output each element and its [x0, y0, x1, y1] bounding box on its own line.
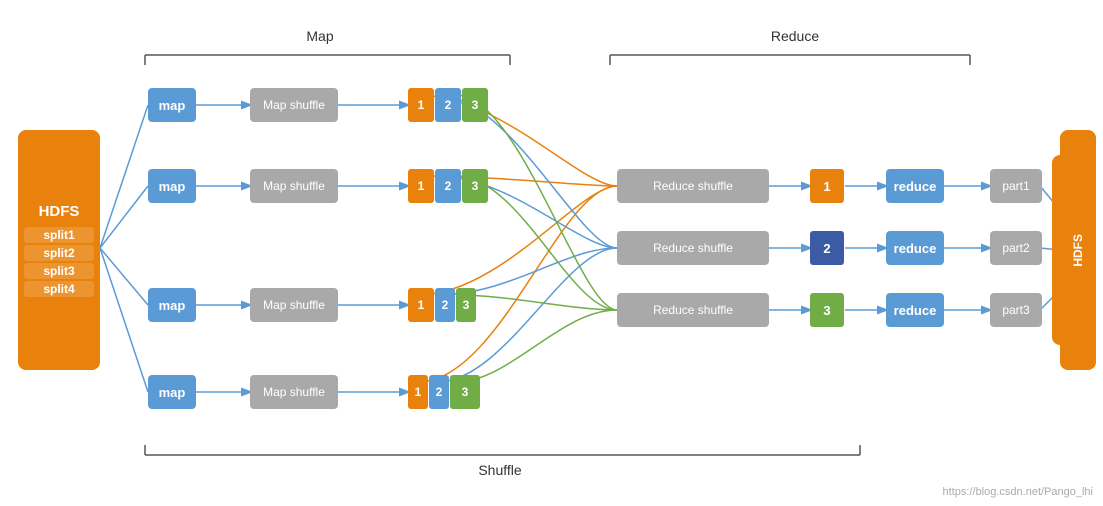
output-part-0: part1 [990, 169, 1042, 203]
part-cell-3-2: 3 [450, 375, 480, 409]
watermark: https://blog.csdn.net/Pango_lhi [943, 486, 1093, 498]
map-box-1: map [148, 169, 196, 203]
partition-group-2: 1 2 3 [408, 288, 476, 322]
hdfs-left: HDFS split1 split2 split3 split4 [18, 130, 100, 370]
output-part-1: part2 [990, 231, 1042, 265]
mapshuffle-box-2: Map shuffle [250, 288, 338, 322]
mapshuffle-box-0: Map shuffle [250, 88, 338, 122]
output-part-2: part3 [990, 293, 1042, 327]
reduce-box-1: reduce [886, 231, 944, 265]
reduce-shuffle-box-0: Reduce shuffle [617, 169, 769, 203]
part-cell-3-1: 2 [429, 375, 449, 409]
partition-group-3: 1 2 3 [408, 375, 480, 409]
hdfs-left-title: HDFS [39, 203, 80, 220]
hdfs-left-split1: split1 [24, 227, 94, 243]
reduce-shuffle-box-2: Reduce shuffle [617, 293, 769, 327]
reduce-box-2: reduce [886, 293, 944, 327]
map-label: Map [290, 28, 350, 44]
mapshuffle-box-1: Map shuffle [250, 169, 338, 203]
reduce-box-0: reduce [886, 169, 944, 203]
reduce-shuffle-box-1: Reduce shuffle [617, 231, 769, 265]
hdfs-right-label: HDFS [1071, 234, 1085, 267]
diagram: Map Reduce HDFS split1 split2 split3 spl… [0, 0, 1103, 506]
part-cell-0-1: 2 [435, 88, 461, 122]
part-cell-1-2: 3 [462, 169, 488, 203]
hdfs-left-split3: split3 [24, 263, 94, 279]
part-cell-3-0: 1 [408, 375, 428, 409]
part-cell-1-0: 1 [408, 169, 434, 203]
partition-group-0: 1 2 3 [408, 88, 488, 122]
part-cell-1-1: 2 [435, 169, 461, 203]
part-cell-2-1: 2 [435, 288, 455, 322]
map-box-3: map [148, 375, 196, 409]
part-cell-2-0: 1 [408, 288, 434, 322]
reduce-label: Reduce [755, 28, 835, 44]
partition-group-1: 1 2 3 [408, 169, 488, 203]
hdfs-left-split2: split2 [24, 245, 94, 261]
shuffle-label: Shuffle [450, 462, 550, 478]
map-box-2: map [148, 288, 196, 322]
reduce-part-1: 2 [810, 231, 844, 265]
map-box-0: map [148, 88, 196, 122]
hdfs-left-split4: split4 [24, 281, 94, 297]
hdfs-right-box: HDFS [1060, 130, 1096, 370]
part-cell-2-2: 3 [456, 288, 476, 322]
reduce-part-2: 3 [810, 293, 844, 327]
reduce-part-0: 1 [810, 169, 844, 203]
mapshuffle-box-3: Map shuffle [250, 375, 338, 409]
part-cell-0-2: 3 [462, 88, 488, 122]
part-cell-0-0: 1 [408, 88, 434, 122]
